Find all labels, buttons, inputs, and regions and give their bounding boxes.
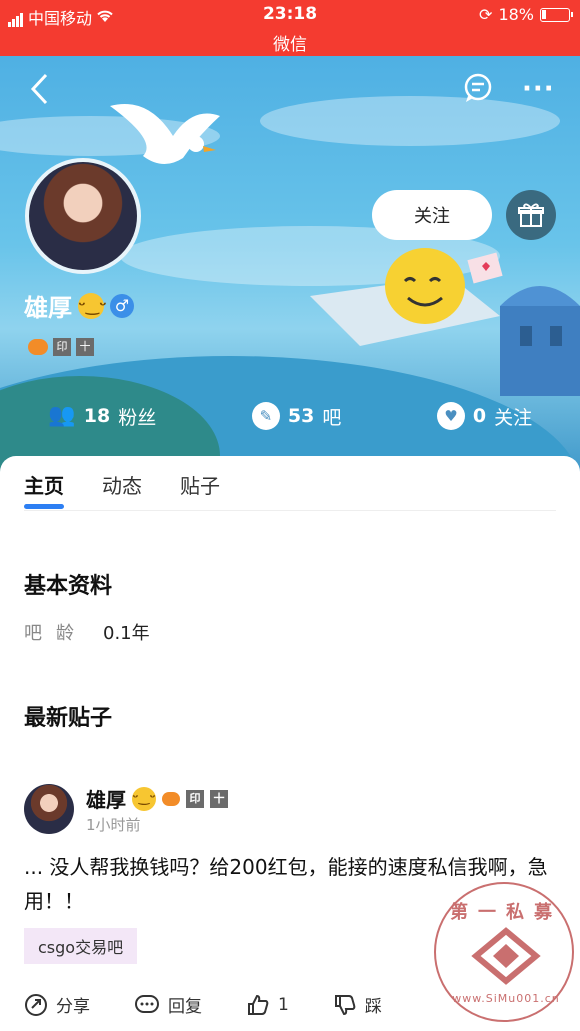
like-count: 1 xyxy=(278,994,289,1015)
game-badge-icon xyxy=(162,791,180,806)
badge-plus: 十 xyxy=(210,789,228,808)
stat-following-value: 0 xyxy=(472,405,487,427)
gift-button[interactable] xyxy=(506,190,556,240)
profile-avatar[interactable] xyxy=(25,158,141,274)
badge-seal: 印 xyxy=(53,338,71,356)
badge-seal: 印 xyxy=(186,789,204,808)
castle-illustration xyxy=(500,286,580,396)
users-icon: 👥 xyxy=(48,403,76,428)
dislike-button[interactable]: 踩 xyxy=(333,992,382,1017)
stat-following[interactable]: ♥ 0 关注 xyxy=(436,402,533,430)
chat-bubble-icon xyxy=(464,73,492,102)
seagull-illustration xyxy=(110,104,220,165)
status-bar: 中国移动 23:18 ⟳ 18% 微信 xyxy=(0,0,580,56)
post-time: 1小时前 xyxy=(86,816,141,834)
stat-bars-value: 53 xyxy=(287,405,315,427)
gift-icon xyxy=(518,203,544,227)
profile-banner: ··· 关注 雄厚 ᵕ‿ᵕ ♂ 印 十 👥 18 粉丝 ✎ 53 吧 ♥ 0 关… xyxy=(0,56,580,476)
reply-button[interactable]: 回复 xyxy=(134,992,202,1017)
username-text: 雄厚 xyxy=(24,294,72,322)
watermark-seal: 第一私募 www.SiMu001.cn xyxy=(434,882,574,1022)
tab-posts[interactable]: 贴子 xyxy=(180,470,220,499)
stat-following-label: 关注 xyxy=(494,406,533,429)
watermark-text: 第一私募 xyxy=(450,902,562,923)
mascot-illustration xyxy=(310,248,503,346)
profile-badges: 印 十 xyxy=(28,338,94,356)
bar-age-label: 吧龄 xyxy=(24,623,88,644)
back-button[interactable] xyxy=(28,72,52,110)
post-author-name: 雄厚 xyxy=(86,788,126,812)
message-button[interactable] xyxy=(462,72,494,108)
stat-fans[interactable]: 👥 18 粉丝 xyxy=(48,402,156,430)
battery-percent: 18% xyxy=(498,5,534,24)
stat-bars[interactable]: ✎ 53 吧 xyxy=(251,402,342,430)
share-icon xyxy=(25,993,47,1016)
post-author[interactable]: 雄厚 ᵕ‿ᵕ 印 十 xyxy=(86,784,228,813)
profile-name: 雄厚 ᵕ‿ᵕ ♂ xyxy=(24,288,134,323)
tab-home[interactable]: 主页 xyxy=(24,470,64,509)
game-badge-icon xyxy=(28,339,48,355)
thumbs-up-icon xyxy=(248,994,269,1015)
logo-emblem-icon xyxy=(471,927,541,985)
basic-info-title: 基本资料 xyxy=(24,574,113,599)
more-button[interactable]: ··· xyxy=(522,74,555,104)
more-dots-icon: ··· xyxy=(522,74,555,104)
heart-icon: ♥ xyxy=(436,402,465,430)
app-subtitle: 微信 xyxy=(273,35,307,55)
post-forum-tag[interactable]: csgo交易吧 xyxy=(24,928,138,964)
follow-button[interactable]: 关注 xyxy=(372,190,492,240)
watermark-url: www.SiMu001.cn xyxy=(452,992,560,1005)
profile-tabs: 主页 动态 贴子 xyxy=(24,470,220,509)
stat-bars-label: 吧 xyxy=(322,406,342,429)
tabs-divider xyxy=(24,510,556,511)
bar-age-value: 0.1年 xyxy=(103,623,150,644)
post-actions: 分享 回复 1 踩 xyxy=(24,992,382,1017)
latest-posts-title: 最新贴子 xyxy=(24,706,113,731)
smile-emoji-icon: ᵕ‿ᵕ xyxy=(78,292,107,319)
smile-emoji-icon: ᵕ‿ᵕ xyxy=(132,786,156,811)
profile-stats: 👥 18 粉丝 ✎ 53 吧 ♥ 0 关注 xyxy=(0,396,580,436)
share-button[interactable]: 分享 xyxy=(24,992,90,1017)
male-gender-icon: ♂ xyxy=(110,293,134,318)
tab-activity[interactable]: 动态 xyxy=(102,470,142,499)
badge-plus: 十 xyxy=(76,338,94,356)
reply-label: 回复 xyxy=(168,997,202,1017)
pencil-icon: ✎ xyxy=(251,402,280,430)
thumbs-down-icon xyxy=(334,994,356,1015)
post-author-avatar[interactable] xyxy=(24,784,74,834)
stat-fans-value: 18 xyxy=(83,405,111,427)
battery: ⟳ 18% xyxy=(479,5,573,24)
stat-fans-label: 粉丝 xyxy=(118,406,157,429)
battery-icon xyxy=(540,7,573,22)
comment-icon xyxy=(135,994,159,1013)
share-label: 分享 xyxy=(56,997,90,1017)
dislike-label: 踩 xyxy=(364,997,382,1017)
lock-rotation-icon: ⟳ xyxy=(479,5,493,24)
like-button[interactable]: 1 xyxy=(246,992,289,1017)
